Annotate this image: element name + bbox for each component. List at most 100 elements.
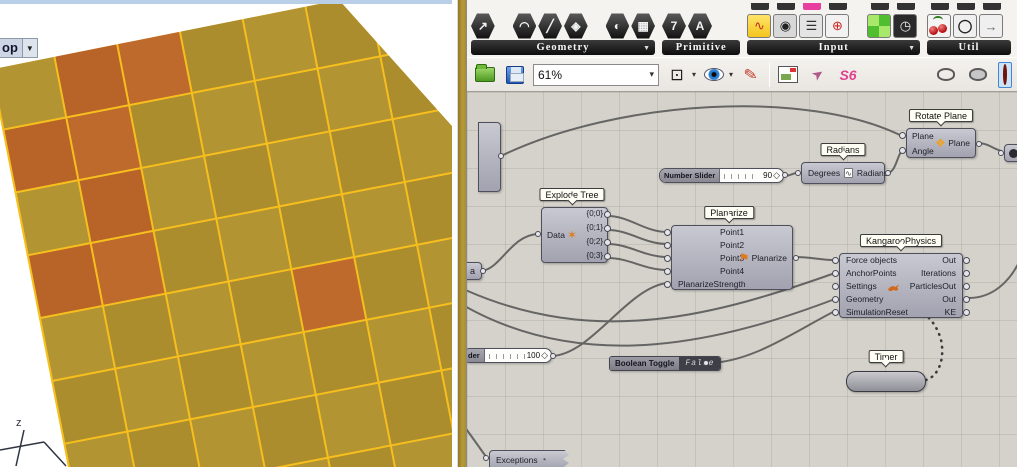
partial-right-node[interactable] <box>1004 144 1017 162</box>
port-row[interactable]: Force objectsOut <box>840 254 962 267</box>
radians-tag: Radians <box>820 143 865 156</box>
mesh-3d-view[interactable]: z <box>0 0 452 467</box>
open-file-button[interactable] <box>473 63 497 87</box>
slider-handle-icon[interactable]: ◇ <box>773 170 780 181</box>
tab-util[interactable]: Util <box>927 40 1011 55</box>
exceptions-node[interactable]: Exceptions ◔ <box>489 450 575 467</box>
input-port[interactable]: Point2 <box>672 239 792 252</box>
line-icon[interactable]: ╱ <box>538 13 562 39</box>
mesh-cell <box>254 396 327 467</box>
component-tab-toolbar: ↗ ◠ ╱ ◈ ◐ ▦ Geometry ▼ 7 A <box>467 0 1017 57</box>
plane-icon[interactable]: ◈ <box>564 13 588 39</box>
text-icon[interactable]: A <box>688 13 712 39</box>
sketch-pen-button[interactable]: ✎ <box>739 63 763 87</box>
zoom-extents-button[interactable]: ⊡ <box>665 63 689 87</box>
output-port[interactable]: {0;2} <box>587 235 603 249</box>
mesh-cell <box>29 244 102 317</box>
mesh-cell <box>41 307 114 380</box>
output-port[interactable]: ⚑ Planarize <box>739 253 787 263</box>
rotate-plane-node[interactable]: Plane Angle ❖ Plane <box>906 128 976 158</box>
output-socket[interactable] <box>793 255 799 261</box>
gradient-icon[interactable] <box>867 14 891 38</box>
viewport-menu-arrow-icon[interactable]: ▼ <box>23 38 38 58</box>
group-expand-arrow-icon[interactable]: ▼ <box>908 44 916 52</box>
input-socket[interactable] <box>483 455 489 461</box>
mouse-gesture-button[interactable]: S6 <box>836 63 860 87</box>
rhino-grasshopper-app: z op ▼ ↗ ◠ ╱ ◈ ◐ ▦ <box>0 0 1017 467</box>
save-file-button[interactable] <box>503 63 527 87</box>
port-row[interactable]: SimulationResetKE <box>840 306 962 319</box>
jump-icon[interactable]: → <box>979 14 1003 38</box>
surface-icon[interactable]: ▦ <box>631 13 655 39</box>
slider-track[interactable]: 90 ◇ <box>720 169 783 182</box>
graph-mapper-icon[interactable]: ∿ <box>747 14 771 38</box>
output-socket[interactable] <box>703 360 709 366</box>
grasshopper-canvas[interactable]: a Explode Tree Data ✶ {0;0} {0;1} {0;2} … <box>467 92 1017 467</box>
mesh-cell <box>319 58 392 131</box>
input-socket[interactable] <box>535 231 541 237</box>
kangaroo-physics-node[interactable]: Force objectsOut AnchorPointsIterations … <box>839 253 963 318</box>
disable-selection-button[interactable]: ➤ ✕ <box>806 63 830 87</box>
combo-dropdown-icon[interactable]: ▾ <box>649 69 654 80</box>
tab-input[interactable]: Input ▼ <box>747 40 920 55</box>
output-socket[interactable] <box>480 268 486 274</box>
toggle-value[interactable]: False <box>679 357 720 370</box>
mesh-cell <box>368 309 441 382</box>
preview-shaded-button[interactable] <box>966 63 990 87</box>
curve-icon[interactable]: ◠ <box>513 13 537 39</box>
mesh-cell <box>5 119 78 192</box>
preview-custom-button[interactable] <box>998 62 1012 88</box>
output-port[interactable]: {0;0} <box>587 207 603 221</box>
port-row[interactable]: Settings ParticlesOut <box>840 280 962 293</box>
number-slider-90[interactable]: Number Slider 90 ◇ <box>659 168 784 183</box>
slider-label: Number Slider <box>660 169 720 182</box>
gumball-icon[interactable]: ⊕ <box>825 14 849 38</box>
panel-icon[interactable]: ☰ <box>799 14 823 38</box>
lasso-icon[interactable]: ◯ <box>953 14 977 38</box>
output-socket[interactable] <box>782 172 788 178</box>
number-slider-100[interactable]: der 100 ◇ <box>467 348 552 363</box>
viewport-tab-label[interactable]: op <box>0 38 23 58</box>
sketch-tool-button[interactable] <box>776 63 800 87</box>
viewport-tab[interactable]: op ▼ <box>0 38 38 58</box>
planarize-node[interactable]: Point1 Point2 Point3 Point4 PlanarizeStr… <box>671 225 793 290</box>
zoom-extents-dropdown-icon[interactable]: ▾ <box>692 70 696 79</box>
output-socket[interactable] <box>976 141 982 147</box>
integer-icon[interactable]: 7 <box>662 13 686 39</box>
radians-node[interactable]: Degrees ∿ Radians <box>801 162 885 184</box>
slider-handle-icon[interactable]: ◇ <box>541 350 548 361</box>
tab-primitive[interactable]: Primitive <box>662 40 740 55</box>
mesh-grid <box>0 0 452 467</box>
output-port[interactable]: {0;3} <box>587 249 603 263</box>
output-port[interactable]: {0;1} <box>587 221 603 235</box>
output-socket[interactable] <box>550 353 556 359</box>
vector-icon[interactable]: ↗ <box>471 13 495 39</box>
input-socket[interactable] <box>998 150 1004 156</box>
clock-icon[interactable]: ◷ <box>893 14 917 38</box>
preview-button[interactable] <box>702 63 726 87</box>
preview-dropdown-icon[interactable]: ▾ <box>729 70 733 79</box>
input-port[interactable]: Point4 <box>672 265 792 278</box>
tab-geometry[interactable]: Geometry ▼ <box>471 40 655 55</box>
kangaroo-tag: KangarooPhysics <box>860 234 942 247</box>
input-port[interactable]: Point1 <box>672 226 792 239</box>
output-socket[interactable] <box>498 153 504 159</box>
zoom-level-combobox[interactable]: 61% ▾ <box>533 64 659 86</box>
sphere-icon[interactable]: ◐ <box>606 13 630 39</box>
axis-z-label: z <box>16 417 22 429</box>
output-socket[interactable] <box>885 170 891 176</box>
cherry-picker-icon[interactable] <box>927 14 951 38</box>
slider-track[interactable]: 100 ◇ <box>485 349 551 362</box>
preview-wireframe-button[interactable] <box>934 63 958 87</box>
sketch-icon <box>778 66 798 83</box>
timer-node[interactable] <box>846 371 926 392</box>
group-expand-arrow-icon[interactable]: ▼ <box>643 44 651 52</box>
port-row[interactable]: GeometryOut <box>840 293 962 306</box>
mesh-cell <box>444 33 452 106</box>
knob-icon[interactable]: ◉ <box>773 14 797 38</box>
input-socket[interactable] <box>795 170 801 176</box>
rhino-viewport[interactable]: z op ▼ <box>0 0 452 467</box>
explode-tree-node[interactable]: Data ✶ {0;0} {0;1} {0;2} {0;3} <box>541 207 608 263</box>
input-port[interactable]: PlanarizeStrength <box>672 278 792 291</box>
port-row[interactable]: AnchorPointsIterations <box>840 267 962 280</box>
